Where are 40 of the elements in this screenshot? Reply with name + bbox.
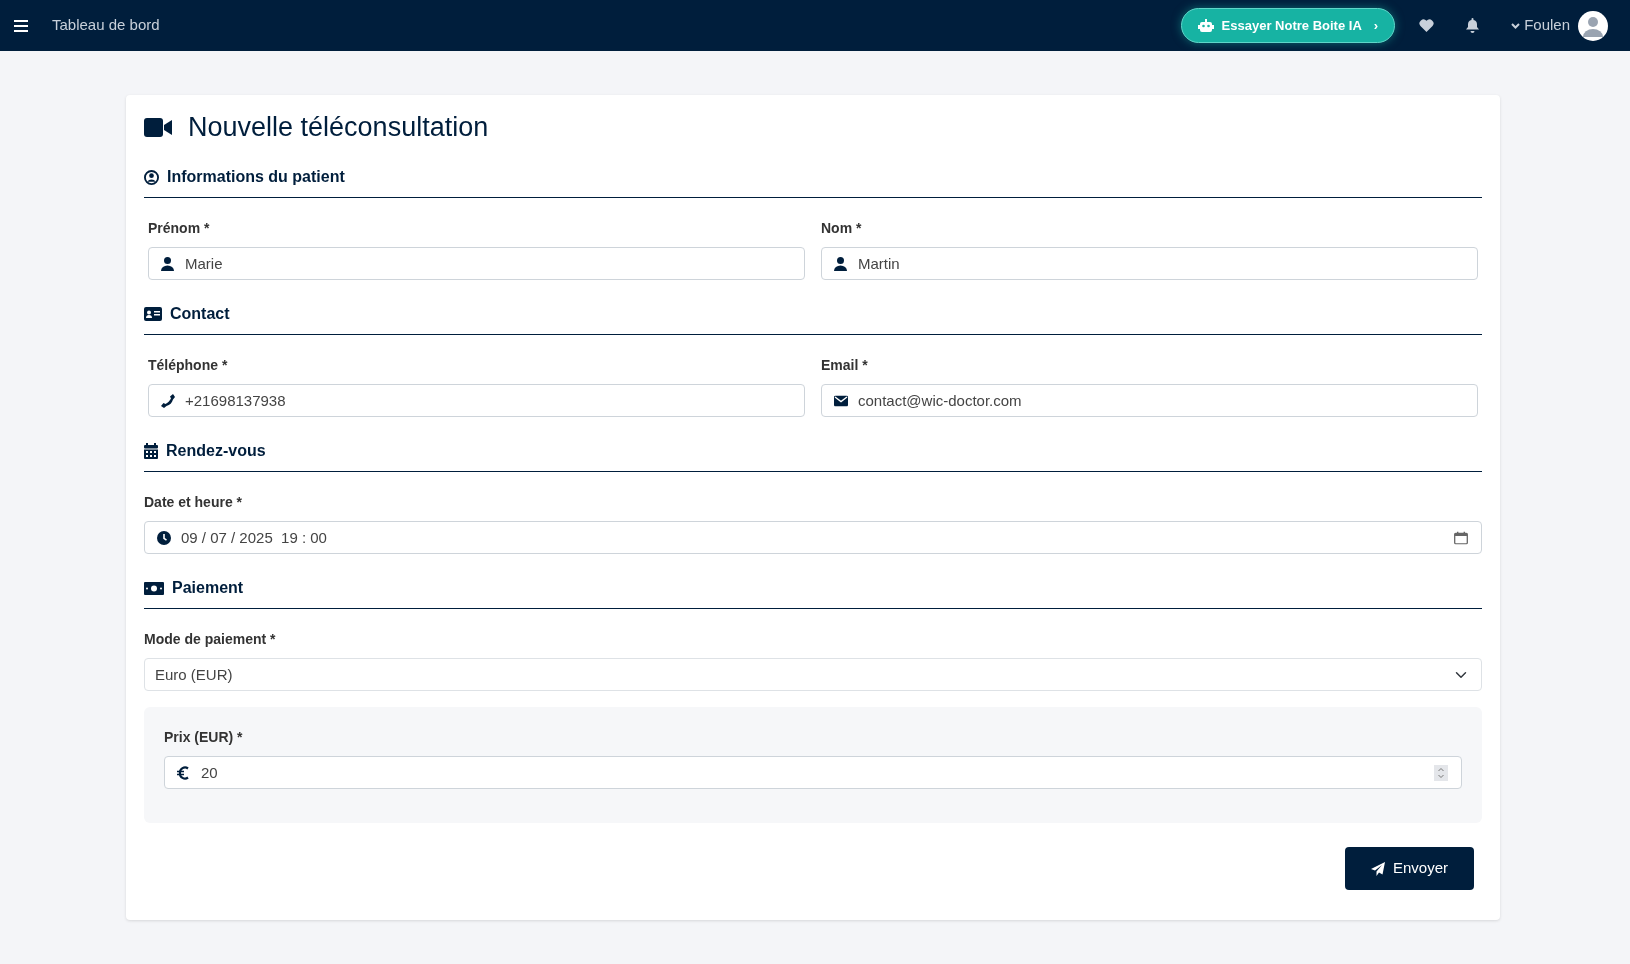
field-label: Nom *	[821, 219, 863, 239]
calendar-picker-icon[interactable]	[1454, 531, 1468, 545]
chevron-down-icon[interactable]	[1511, 22, 1521, 29]
envelope-icon	[834, 395, 848, 407]
field-label: Prix (EUR) *	[164, 728, 244, 748]
banknote-icon	[144, 581, 164, 595]
send-button[interactable]: Envoyer	[1344, 847, 1474, 890]
avatar-icon[interactable]	[1578, 10, 1608, 41]
input-field[interactable]: +21698137938	[148, 384, 805, 418]
input-field[interactable]: Martin	[821, 247, 1478, 281]
user-menu[interactable]: Foulen	[1503, 14, 1570, 37]
field-label: Email *	[821, 356, 869, 376]
phone-icon	[161, 393, 175, 408]
section-title: Rendez-vous	[166, 441, 266, 462]
section-title: Contact	[170, 304, 230, 325]
page-title: Tableau de bord	[52, 15, 160, 36]
robot-icon	[1197, 18, 1214, 33]
input-field[interactable]: contact@wic-doctor.com	[821, 384, 1478, 418]
euro-icon	[177, 765, 189, 780]
field-label: Mode de paiement *	[144, 630, 277, 650]
heart-icon[interactable]	[1419, 19, 1435, 32]
user-icon	[161, 256, 174, 271]
input-field[interactable]: Marie	[148, 247, 805, 281]
video-camera-icon	[144, 117, 172, 137]
id-card-icon	[144, 307, 162, 322]
field-label: Prénom *	[148, 219, 211, 239]
payment-select[interactable]: Euro (EUR)	[144, 658, 1482, 692]
paper-plane-icon	[1370, 861, 1385, 876]
datetime-field[interactable]: 09 / 07 / 2025 19 : 00	[144, 521, 1482, 555]
section-title: Paiement	[172, 578, 244, 599]
clock-icon	[157, 530, 171, 545]
section-title: Informations du patient	[167, 167, 345, 188]
user-circle-icon	[144, 169, 159, 185]
user-icon	[834, 256, 847, 271]
field-label: Date et heure *	[144, 493, 244, 513]
price-field[interactable]: 20	[164, 756, 1462, 790]
field-label: Téléphone *	[148, 356, 229, 376]
calendar-icon	[144, 443, 158, 460]
form-title: Nouvelle téléconsultation	[188, 111, 489, 144]
menu-icon[interactable]	[14, 19, 28, 32]
